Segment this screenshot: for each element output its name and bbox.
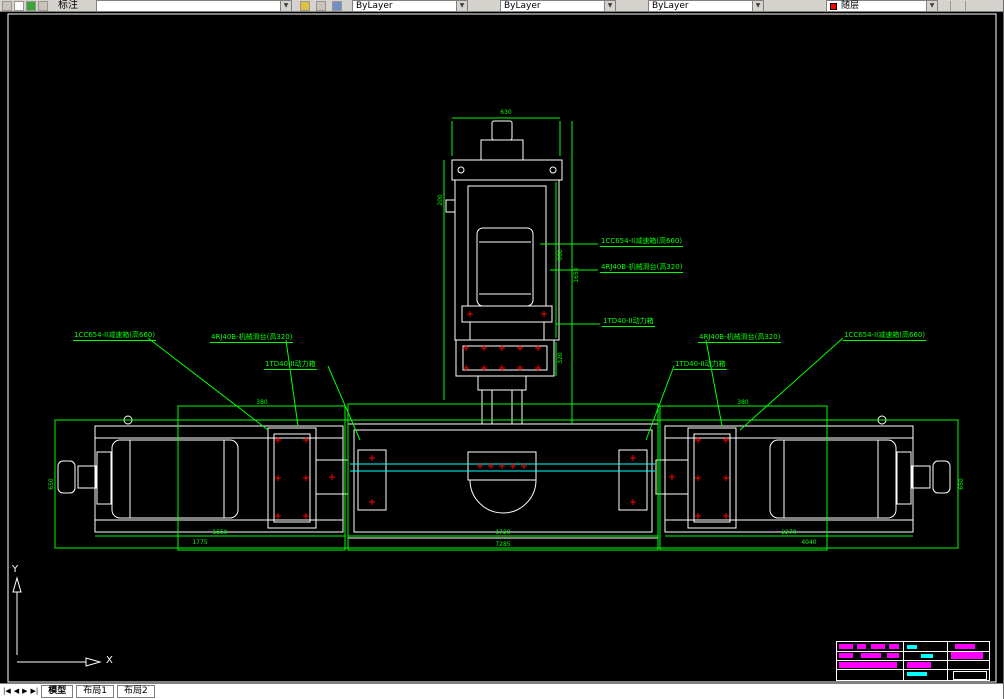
lineweight-combo-value: ByLayer — [652, 1, 689, 11]
tab-nav-prev-icon[interactable]: ◀ — [14, 685, 19, 697]
chevron-down-icon[interactable]: ▼ — [926, 1, 937, 11]
ucs-icon — [12, 576, 102, 667]
cad-application-window: 1CC654-II减速箱(高660) 4RJ40B-机械滑台(高320) 1TD40… — [0, 0, 1004, 699]
layer-previous-icon[interactable] — [316, 1, 326, 11]
toolbar-icon[interactable] — [2, 1, 12, 11]
chevron-down-icon[interactable]: ▼ — [752, 1, 763, 11]
linetype-combo[interactable]: ByLayer ▼ — [500, 0, 616, 11]
dimension-lines — [54, 117, 959, 551]
color-combo[interactable]: ByLayer ▼ — [352, 0, 468, 11]
color-swatch — [830, 3, 837, 10]
vertical-unit — [445, 120, 563, 424]
tab-nav-last-icon[interactable]: ▶| — [31, 685, 39, 697]
plotstyle-combo[interactable]: 随层 ▼ — [826, 0, 938, 11]
plotstyle-combo-value: 随层 — [841, 1, 860, 11]
linetype-combo-value: ByLayer — [504, 1, 541, 11]
tab-nav-next-icon[interactable]: ▶ — [22, 685, 27, 697]
tab-model[interactable]: 模型 — [41, 685, 74, 698]
dimension-menu-label[interactable]: 标注 — [58, 0, 78, 11]
tab-nav-first-icon[interactable]: |◀ — [3, 685, 11, 697]
chevron-down-icon[interactable]: ▼ — [456, 1, 467, 11]
ucs-x-label: X — [106, 655, 113, 666]
chevron-down-icon[interactable]: ▼ — [280, 1, 291, 11]
color-combo-value: ByLayer — [356, 1, 393, 11]
ucs-y-label: Y — [12, 564, 19, 575]
lineweight-combo[interactable]: ByLayer ▼ — [648, 0, 764, 11]
layout-tab-bar: |◀ ◀ ▶ ▶| 模型 布局1 布局2 — [0, 683, 1003, 699]
top-toolbar: 标注 ▼ ByLayer ▼ ByLayer ▼ ByLayer ▼ 随层 ▼ — [0, 0, 1003, 12]
title-block — [836, 641, 990, 681]
layer-combo[interactable]: ▼ — [96, 0, 292, 11]
save-file-icon[interactable] — [38, 1, 48, 11]
tab-layout1[interactable]: 布局1 — [76, 685, 115, 698]
new-file-icon[interactable] — [14, 1, 24, 11]
open-file-icon[interactable] — [26, 1, 36, 11]
make-layer-current-icon[interactable] — [300, 1, 310, 11]
horizontal-unit — [57, 415, 951, 539]
tab-layout2[interactable]: 布局2 — [117, 685, 155, 698]
drawing-canvas[interactable] — [0, 0, 1004, 699]
layer-states-icon[interactable] — [332, 1, 342, 11]
chevron-down-icon[interactable]: ▼ — [604, 1, 615, 11]
